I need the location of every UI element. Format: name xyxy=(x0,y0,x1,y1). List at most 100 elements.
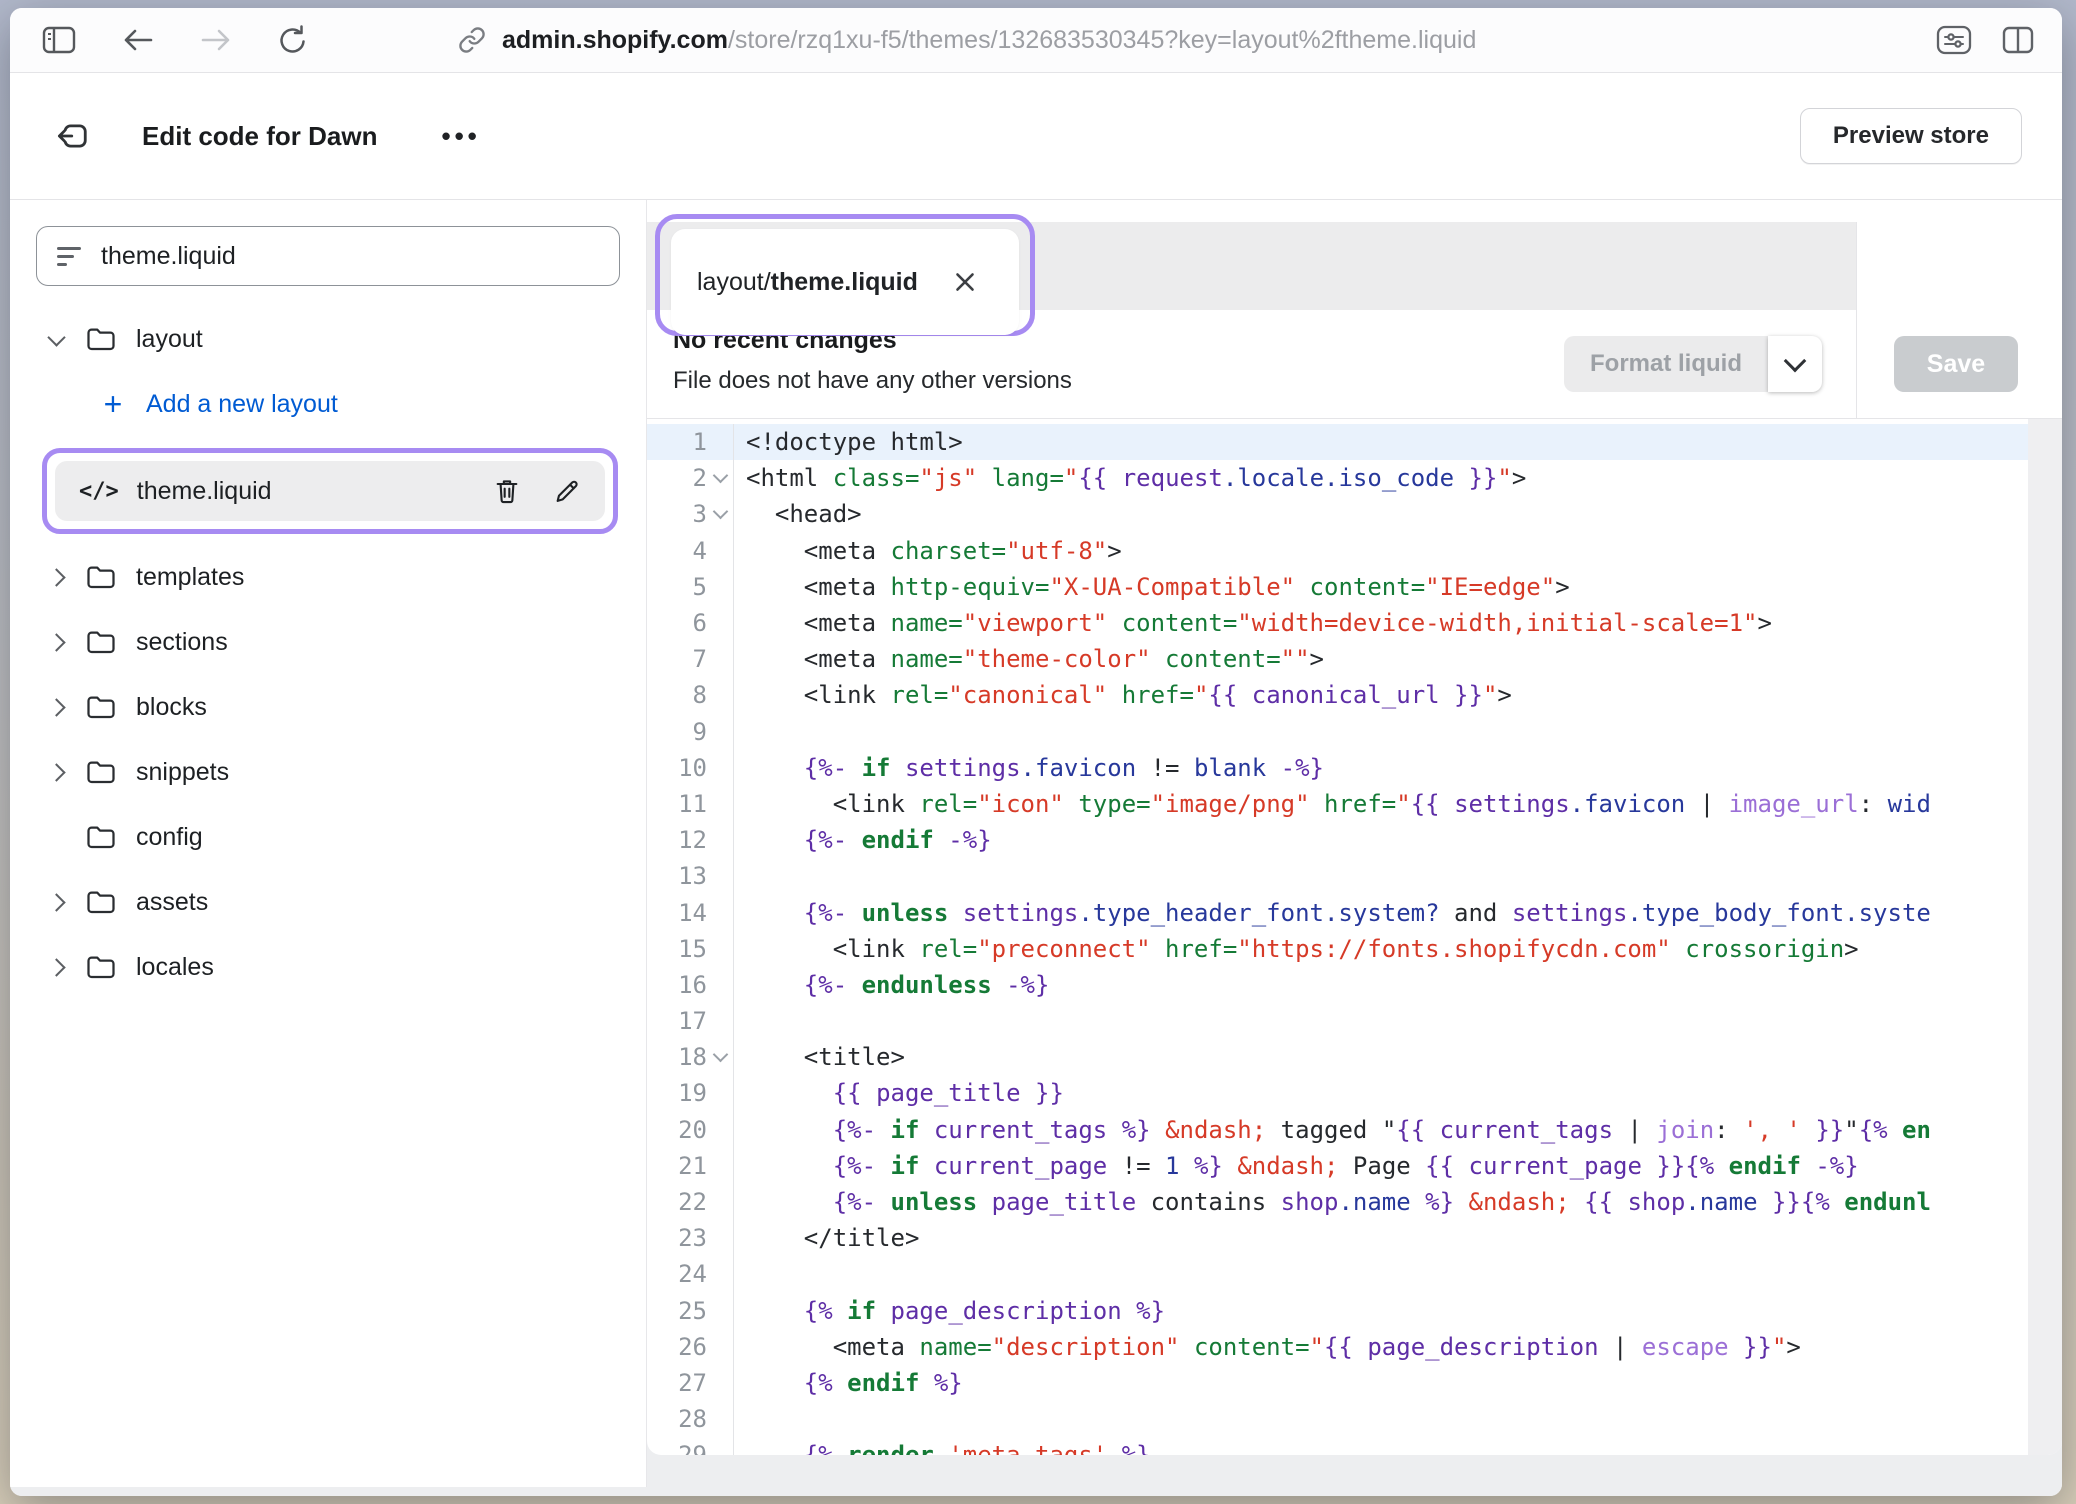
code-line-11[interactable]: 11 <link rel="icon" type="image/png" hre… xyxy=(647,786,2062,822)
active-tab-highlight: layout/theme.liquid xyxy=(655,214,1035,336)
file-search-input[interactable]: theme.liquid xyxy=(36,226,620,286)
code-line-28[interactable]: 28 xyxy=(647,1401,2062,1437)
sidebar-folder-snippets[interactable]: snippets xyxy=(10,751,646,793)
sidebar-toggle-icon[interactable] xyxy=(42,26,76,54)
sidebar-folder-blocks[interactable]: blocks xyxy=(10,686,646,728)
folder-label: layout xyxy=(136,325,203,354)
tab-path-prefix: layout/ xyxy=(697,268,771,296)
url-bar[interactable]: admin.shopify.com/store/rzq1xu-f5/themes… xyxy=(458,26,1476,55)
code-text: <meta http-equiv="X-UA-Compatible" conte… xyxy=(733,569,2062,605)
fold-chevron-icon[interactable] xyxy=(707,511,733,517)
code-text: <link rel="canonical" href="{{ canonical… xyxy=(733,677,2062,713)
chevron-right-icon[interactable] xyxy=(46,896,66,909)
line-number: 15 xyxy=(647,935,707,963)
fold-chevron-icon[interactable] xyxy=(707,1054,733,1060)
code-line-23[interactable]: 23 </title> xyxy=(647,1220,2062,1256)
code-line-14[interactable]: 14 {%- unless settings.type_header_font.… xyxy=(647,894,2062,930)
line-number: 17 xyxy=(647,1007,707,1035)
code-line-25[interactable]: 25 {% if page_description %} xyxy=(647,1293,2062,1329)
code-line-6[interactable]: 6 <meta name="viewport" content="width=d… xyxy=(647,605,2062,641)
exit-code-editor-icon[interactable] xyxy=(56,118,92,154)
code-line-12[interactable]: 12 {%- endif -%} xyxy=(647,822,2062,858)
chevron-right-icon[interactable] xyxy=(46,636,66,649)
code-line-27[interactable]: 27 {% endif %} xyxy=(647,1365,2062,1401)
chevron-down-icon[interactable] xyxy=(46,335,66,344)
code-line-1[interactable]: 1<!doctype html> xyxy=(647,424,2062,460)
line-number: 28 xyxy=(647,1405,707,1433)
code-line-4[interactable]: 4 <meta charset="utf-8"> xyxy=(647,533,2062,569)
close-tab-icon[interactable] xyxy=(954,271,976,293)
code-lines: 1<!doctype html>2<html class="js" lang="… xyxy=(647,419,2062,1455)
sidebar-folder-sections[interactable]: sections xyxy=(10,621,646,663)
page-title: Edit code for Dawn xyxy=(142,121,377,152)
preview-store-button[interactable]: Preview store xyxy=(1800,108,2022,164)
folder-icon xyxy=(86,824,116,850)
editor-scrollbar[interactable] xyxy=(2028,419,2062,1455)
save-button[interactable]: Save xyxy=(1894,336,2018,392)
sidebar-folder-locales[interactable]: locales xyxy=(10,946,646,988)
chevron-right-icon[interactable] xyxy=(46,571,66,584)
code-line-19[interactable]: 19 {{ page_title }} xyxy=(647,1075,2062,1111)
chevron-right-icon[interactable] xyxy=(46,766,66,779)
version-status: No recent changes File does not have any… xyxy=(673,326,1072,395)
chevron-right-icon[interactable] xyxy=(46,961,66,974)
add-new-layout-label: Add a new layout xyxy=(146,390,338,419)
forward-icon xyxy=(200,27,232,53)
sidebar-folder-assets[interactable]: assets xyxy=(10,881,646,923)
code-line-5[interactable]: 5 <meta http-equiv="X-UA-Compatible" con… xyxy=(647,569,2062,605)
line-number: 7 xyxy=(647,645,707,673)
toolbar-divider xyxy=(1856,222,1857,418)
add-new-layout-button[interactable]: + Add a new layout xyxy=(10,383,646,425)
format-options-dropdown[interactable] xyxy=(1768,336,1822,392)
code-line-20[interactable]: 20 {%- if current_tags %} &ndash; tagged… xyxy=(647,1112,2062,1148)
split-view-icon[interactable] xyxy=(2002,26,2034,54)
code-line-18[interactable]: 18 <title> xyxy=(647,1039,2062,1075)
code-line-22[interactable]: 22 {%- unless page_title contains shop.n… xyxy=(647,1184,2062,1220)
code-text: <link rel="preconnect" href="https://fon… xyxy=(733,931,2062,967)
page-settings-icon[interactable] xyxy=(1936,25,1972,55)
browser-window: admin.shopify.com/store/rzq1xu-f5/themes… xyxy=(10,8,2062,1496)
code-editor[interactable]: 1<!doctype html>2<html class="js" lang="… xyxy=(647,419,2062,1455)
screenshot: admin.shopify.com/store/rzq1xu-f5/themes… xyxy=(0,0,2076,1504)
line-number: 20 xyxy=(647,1116,707,1144)
sidebar-folder-templates[interactable]: templates xyxy=(10,556,646,598)
file-tree: layout + Add a new layout </> theme.liqu… xyxy=(10,318,646,988)
chevron-right-icon[interactable] xyxy=(46,701,66,714)
code-line-9[interactable]: 9 xyxy=(647,714,2062,750)
code-text: <meta name="theme-color" content=""> xyxy=(733,641,2062,677)
code-line-2[interactable]: 2<html class="js" lang="{{ request.local… xyxy=(647,460,2062,496)
code-line-26[interactable]: 26 <meta name="description" content="{{ … xyxy=(647,1329,2062,1365)
back-icon[interactable] xyxy=(122,27,154,53)
reload-icon[interactable] xyxy=(278,24,308,56)
more-options-icon[interactable]: ••• xyxy=(435,120,486,153)
code-line-24[interactable]: 24 xyxy=(647,1256,2062,1292)
code-line-15[interactable]: 15 <link rel="preconnect" href="https://… xyxy=(647,931,2062,967)
sidebar-folder-layout[interactable]: layout xyxy=(10,318,646,360)
code-line-13[interactable]: 13 xyxy=(647,858,2062,894)
code-line-29[interactable]: 29 {% render 'meta-tags' %} xyxy=(647,1437,2062,1455)
format-liquid-button[interactable]: Format liquid xyxy=(1564,336,1768,392)
sidebar-file-theme-liquid[interactable]: </> theme.liquid xyxy=(55,461,605,521)
code-text xyxy=(733,858,2062,894)
folder-icon xyxy=(86,629,116,655)
sidebar-folder-config[interactable]: config xyxy=(10,816,646,858)
code-line-21[interactable]: 21 {%- if current_page != 1 %} &ndash; P… xyxy=(647,1148,2062,1184)
folder-label: templates xyxy=(136,563,244,592)
rename-file-icon[interactable] xyxy=(553,477,581,505)
sidebar-folders: templates sections blocks snippets config ass… xyxy=(10,556,646,988)
code-line-17[interactable]: 17 xyxy=(647,1003,2062,1039)
code-line-3[interactable]: 3 <head> xyxy=(647,496,2062,532)
folder-icon xyxy=(86,954,116,980)
code-line-10[interactable]: 10 {%- if settings.favicon != blank -%} xyxy=(647,750,2062,786)
fold-chevron-icon[interactable] xyxy=(707,475,733,481)
code-text xyxy=(733,1256,2062,1292)
code-text: {% endif %} xyxy=(733,1365,2062,1401)
folder-label: assets xyxy=(136,888,208,917)
delete-file-icon[interactable] xyxy=(493,477,521,505)
folder-label: sections xyxy=(136,628,228,657)
file-actions xyxy=(493,477,581,505)
tab-layout-theme-liquid[interactable]: layout/theme.liquid xyxy=(671,229,1019,335)
code-line-7[interactable]: 7 <meta name="theme-color" content=""> xyxy=(647,641,2062,677)
code-line-8[interactable]: 8 <link rel="canonical" href="{{ canonic… xyxy=(647,677,2062,713)
code-line-16[interactable]: 16 {%- endunless -%} xyxy=(647,967,2062,1003)
